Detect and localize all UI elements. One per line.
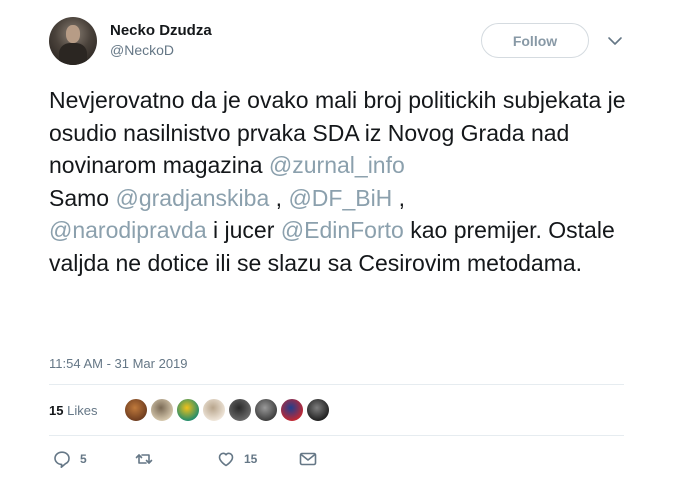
follow-button[interactable]: Follow — [481, 23, 589, 58]
mention-link[interactable]: @DF_BiH — [288, 185, 392, 211]
tweet-text-segment: , — [269, 184, 289, 211]
likes-stat[interactable]: 15 Likes — [49, 403, 97, 418]
author-handle[interactable]: @NeckoD — [110, 42, 174, 58]
retweet-icon — [135, 454, 153, 464]
tweet-text-segment: i jucer — [206, 217, 281, 243]
liker-avatar[interactable] — [150, 398, 174, 422]
tweet-card: Necko Dzudza @NeckoD Follow Nevjerovatno… — [0, 0, 674, 495]
direct-message-button[interactable] — [298, 449, 318, 469]
like-count: 15 — [244, 452, 258, 466]
mention-link[interactable]: @narodipravda — [49, 217, 207, 243]
author-name[interactable]: Necko Dzudza — [110, 22, 212, 39]
mention-link[interactable]: @zurnal_info — [269, 152, 405, 178]
likes-label: Likes — [67, 403, 98, 418]
liker-avatar[interactable] — [124, 398, 148, 422]
reply-button[interactable]: 5 — [52, 449, 87, 469]
tweet-text-segment: Samo — [49, 184, 116, 211]
liker-avatar[interactable] — [280, 398, 304, 422]
mention-link[interactable]: @gradjanskiba — [115, 185, 269, 211]
envelope-icon — [299, 452, 317, 466]
chevron-down-icon[interactable] — [607, 34, 623, 48]
avatar-body — [59, 43, 87, 65]
liker-avatar[interactable] — [176, 398, 200, 422]
retweet-button[interactable] — [134, 449, 162, 469]
liker-avatar[interactable] — [306, 398, 330, 422]
avatar-face — [66, 25, 80, 43]
heart-icon — [218, 452, 234, 467]
tweet-text: Nevjerovatno da je ovako mali broj polit… — [49, 84, 639, 279]
divider — [49, 435, 624, 436]
liker-avatar[interactable] — [228, 398, 252, 422]
reply-icon — [54, 451, 70, 468]
likes-count: 15 — [49, 403, 64, 418]
tweet-timestamp[interactable]: 11:54 AM - 31 Mar 2019 — [49, 356, 188, 371]
liker-avatar[interactable] — [202, 398, 226, 422]
mention-link[interactable]: @EdinForto — [281, 217, 404, 243]
tweet-text-segment: , — [392, 184, 406, 211]
liker-avatar[interactable] — [254, 398, 278, 422]
like-button[interactable]: 15 — [216, 449, 257, 469]
reply-count: 5 — [80, 452, 87, 466]
divider — [49, 384, 624, 385]
author-avatar[interactable] — [49, 17, 97, 65]
